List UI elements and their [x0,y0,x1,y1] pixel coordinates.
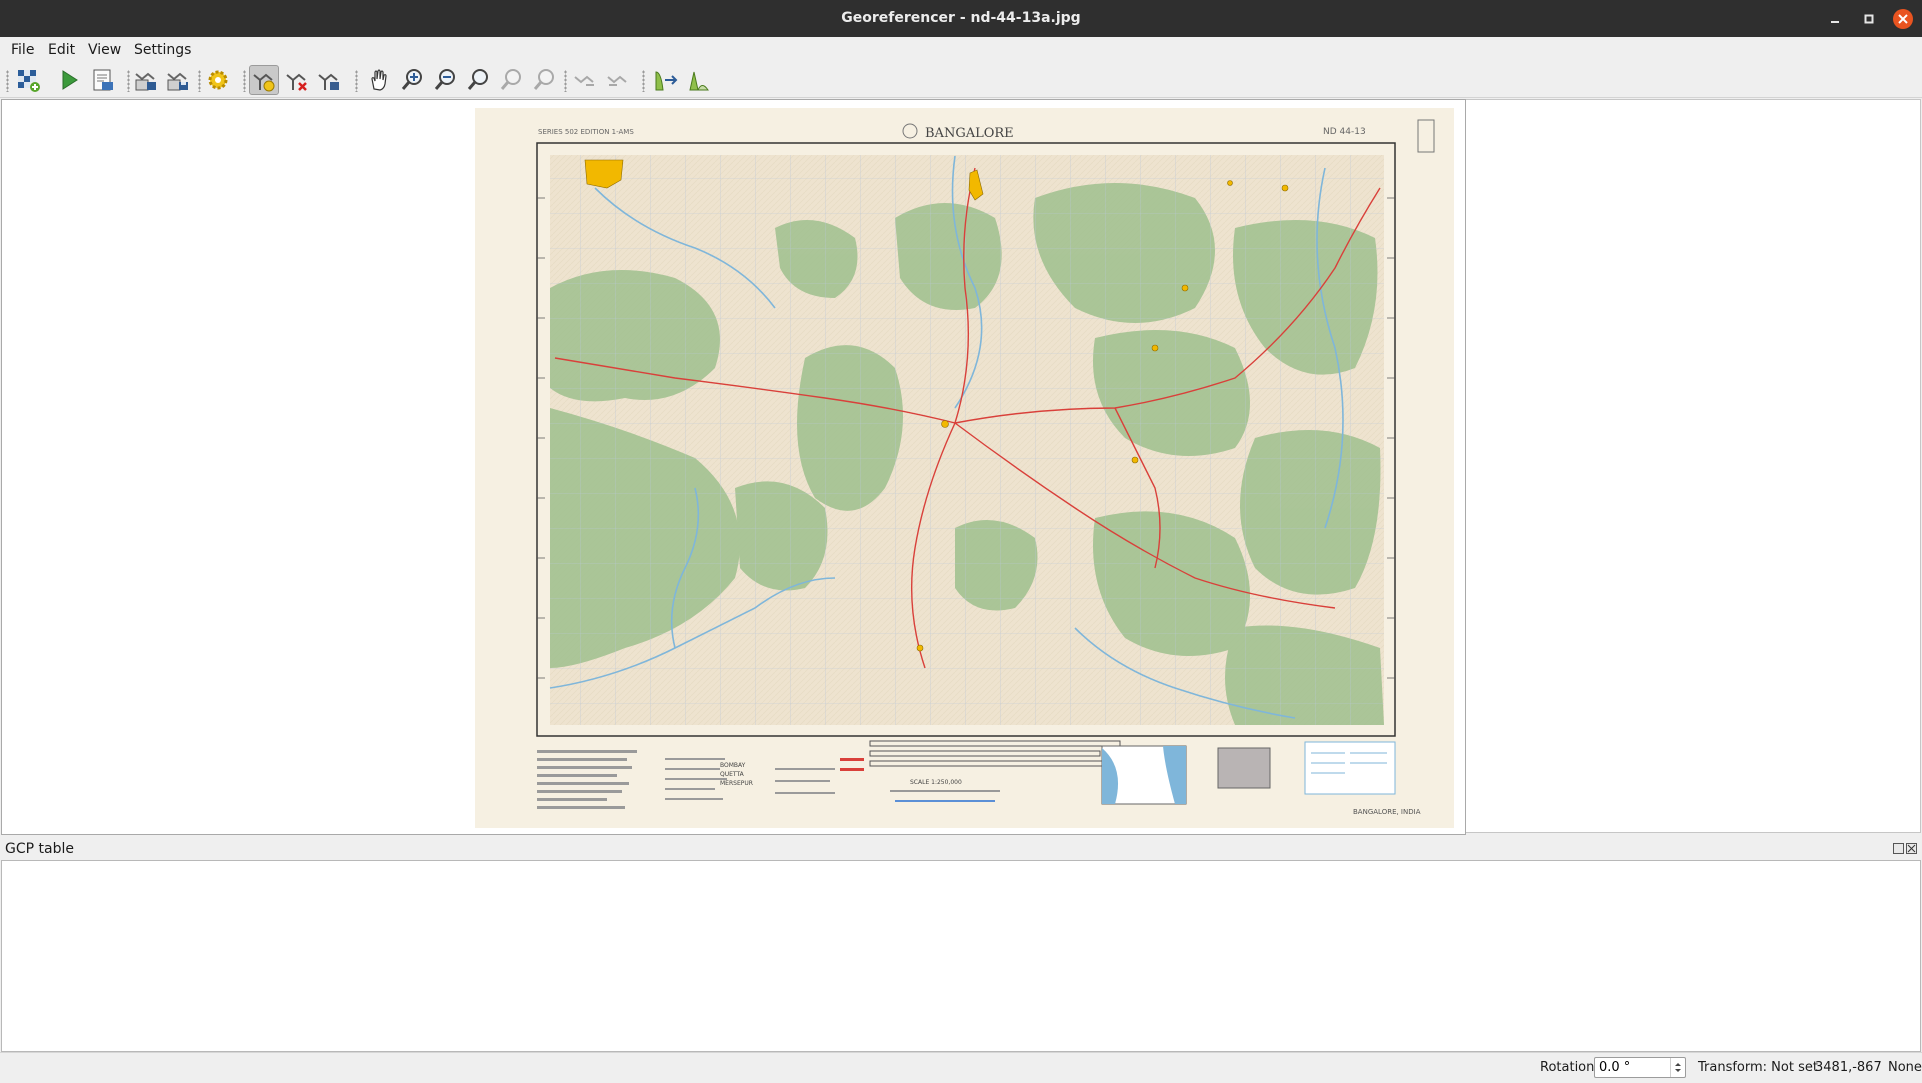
map-sheet-code: ND 44-13 [1323,127,1366,137]
zoom-to-layer-button[interactable] [464,65,494,95]
menu-file[interactable]: File [11,37,34,63]
svg-text:BOMBAY: BOMBAY [720,762,746,769]
coordinates-display: 3481,-867 [1815,1060,1882,1075]
delete-point-icon [286,73,307,91]
map-title: BANGALORE [925,126,1014,141]
zoom-out-button[interactable] [431,65,461,95]
map-scale-text: SCALE 1:250,000 [910,779,962,786]
full-histogram-stretch-button[interactable] [651,65,681,95]
rotation-label: Rotation [1540,1060,1595,1075]
toolbar-grip[interactable] [564,70,567,92]
zoom-out-icon [434,69,455,90]
toolbar-grip[interactable] [642,70,645,92]
float-dock-icon[interactable] [1893,843,1904,854]
crs-status[interactable]: None [1888,1053,1922,1083]
start-georeferencing-icon [62,70,78,90]
zoom-next-icon [533,69,554,90]
load-gcp-points-button[interactable] [131,65,161,95]
close-button[interactable] [1886,0,1920,37]
generate-gdal-script-button[interactable] [88,65,118,95]
close-dock-icon[interactable] [1906,843,1917,854]
transformation-settings-button[interactable] [203,65,233,95]
spin-up-down-icon [1675,1063,1681,1072]
open-raster-button[interactable] [13,65,43,95]
local-histogram-stretch-icon [689,71,709,91]
toolbar-grip[interactable] [127,70,130,92]
add-point-icon [253,73,275,92]
add-point-button[interactable] [249,65,279,95]
gcp-table-title: GCP table [5,841,74,857]
move-gcp-point-icon [318,73,339,90]
zoom-in-button[interactable] [398,65,428,95]
maximize-button[interactable] [1852,0,1886,37]
toolbar-grip[interactable] [198,70,201,92]
topographic-map: SERIES 502 EDITION 1-AMS BANGALORE ND 44… [475,108,1454,828]
link-georeferencer-to-qgis-button[interactable] [570,65,600,95]
load-gcp-points-icon [135,72,156,91]
georeferencer-toolbar [0,63,1922,98]
canvas-right-area[interactable] [1466,99,1921,833]
raster-map-image[interactable]: SERIES 502 EDITION 1-AMS BANGALORE ND 44… [475,108,1454,828]
window-title: Georeferencer - nd-44-13a.jpg [841,10,1081,26]
transformation-settings-icon [208,70,228,90]
menu-view[interactable]: View [88,37,121,63]
delete-point-button[interactable] [282,65,312,95]
status-bar: Rotation Transform: Not set 3481,-867 No… [0,1052,1922,1083]
toolbar-grip[interactable] [355,70,358,92]
full-histogram-stretch-icon [655,71,678,91]
zoom-next-button[interactable] [530,65,560,95]
map-canvas[interactable]: SERIES 502 EDITION 1-AMS BANGALORE ND 44… [1,99,1466,835]
move-gcp-point-button[interactable] [314,65,344,95]
toolbar-grip[interactable] [6,70,9,92]
menu-settings[interactable]: Settings [134,37,191,63]
link-qgis-to-georeferencer-icon [607,75,627,86]
map-series-left: SERIES 502 EDITION 1-AMS [538,128,634,136]
rotation-spinbox[interactable] [1594,1057,1686,1078]
save-gcp-points-icon [167,72,188,91]
zoom-last-button[interactable] [497,65,527,95]
maximize-icon [1864,14,1874,23]
link-georeferencer-to-qgis-icon [574,75,594,86]
minimize-icon [1831,20,1839,23]
title-bar: Georeferencer - nd-44-13a.jpg [0,0,1922,37]
gcp-table-dock-header: GCP table [0,838,1922,860]
rotation-input[interactable] [1595,1058,1669,1077]
zoom-last-icon [500,69,521,90]
menu-edit[interactable]: Edit [48,37,75,63]
open-raster-icon [18,70,40,92]
gcp-table[interactable] [1,860,1921,1052]
save-gcp-points-button[interactable] [163,65,193,95]
minimize-button[interactable] [1818,0,1852,37]
start-georeferencing-button[interactable] [54,65,84,95]
svg-text:MERSEPUR: MERSEPUR [720,780,753,787]
svg-text:QUETTA: QUETTA [720,771,745,778]
zoom-in-icon [401,69,422,90]
close-icon[interactable] [1893,8,1913,29]
pan-button[interactable] [364,65,394,95]
pan-icon [371,69,387,91]
rotation-spin-arrows[interactable] [1670,1058,1685,1077]
menu-bar: File Edit View Settings [0,37,1922,63]
generate-gdal-script-icon [93,69,113,91]
link-qgis-to-georeferencer-button[interactable] [603,65,633,95]
transform-status: Transform: Not set [1698,1060,1818,1075]
toolbar-grip[interactable] [243,70,246,92]
local-histogram-stretch-button[interactable] [684,65,714,95]
map-sheet-right: BANGALORE, INDIA [1353,808,1421,816]
zoom-to-layer-icon [467,69,488,90]
